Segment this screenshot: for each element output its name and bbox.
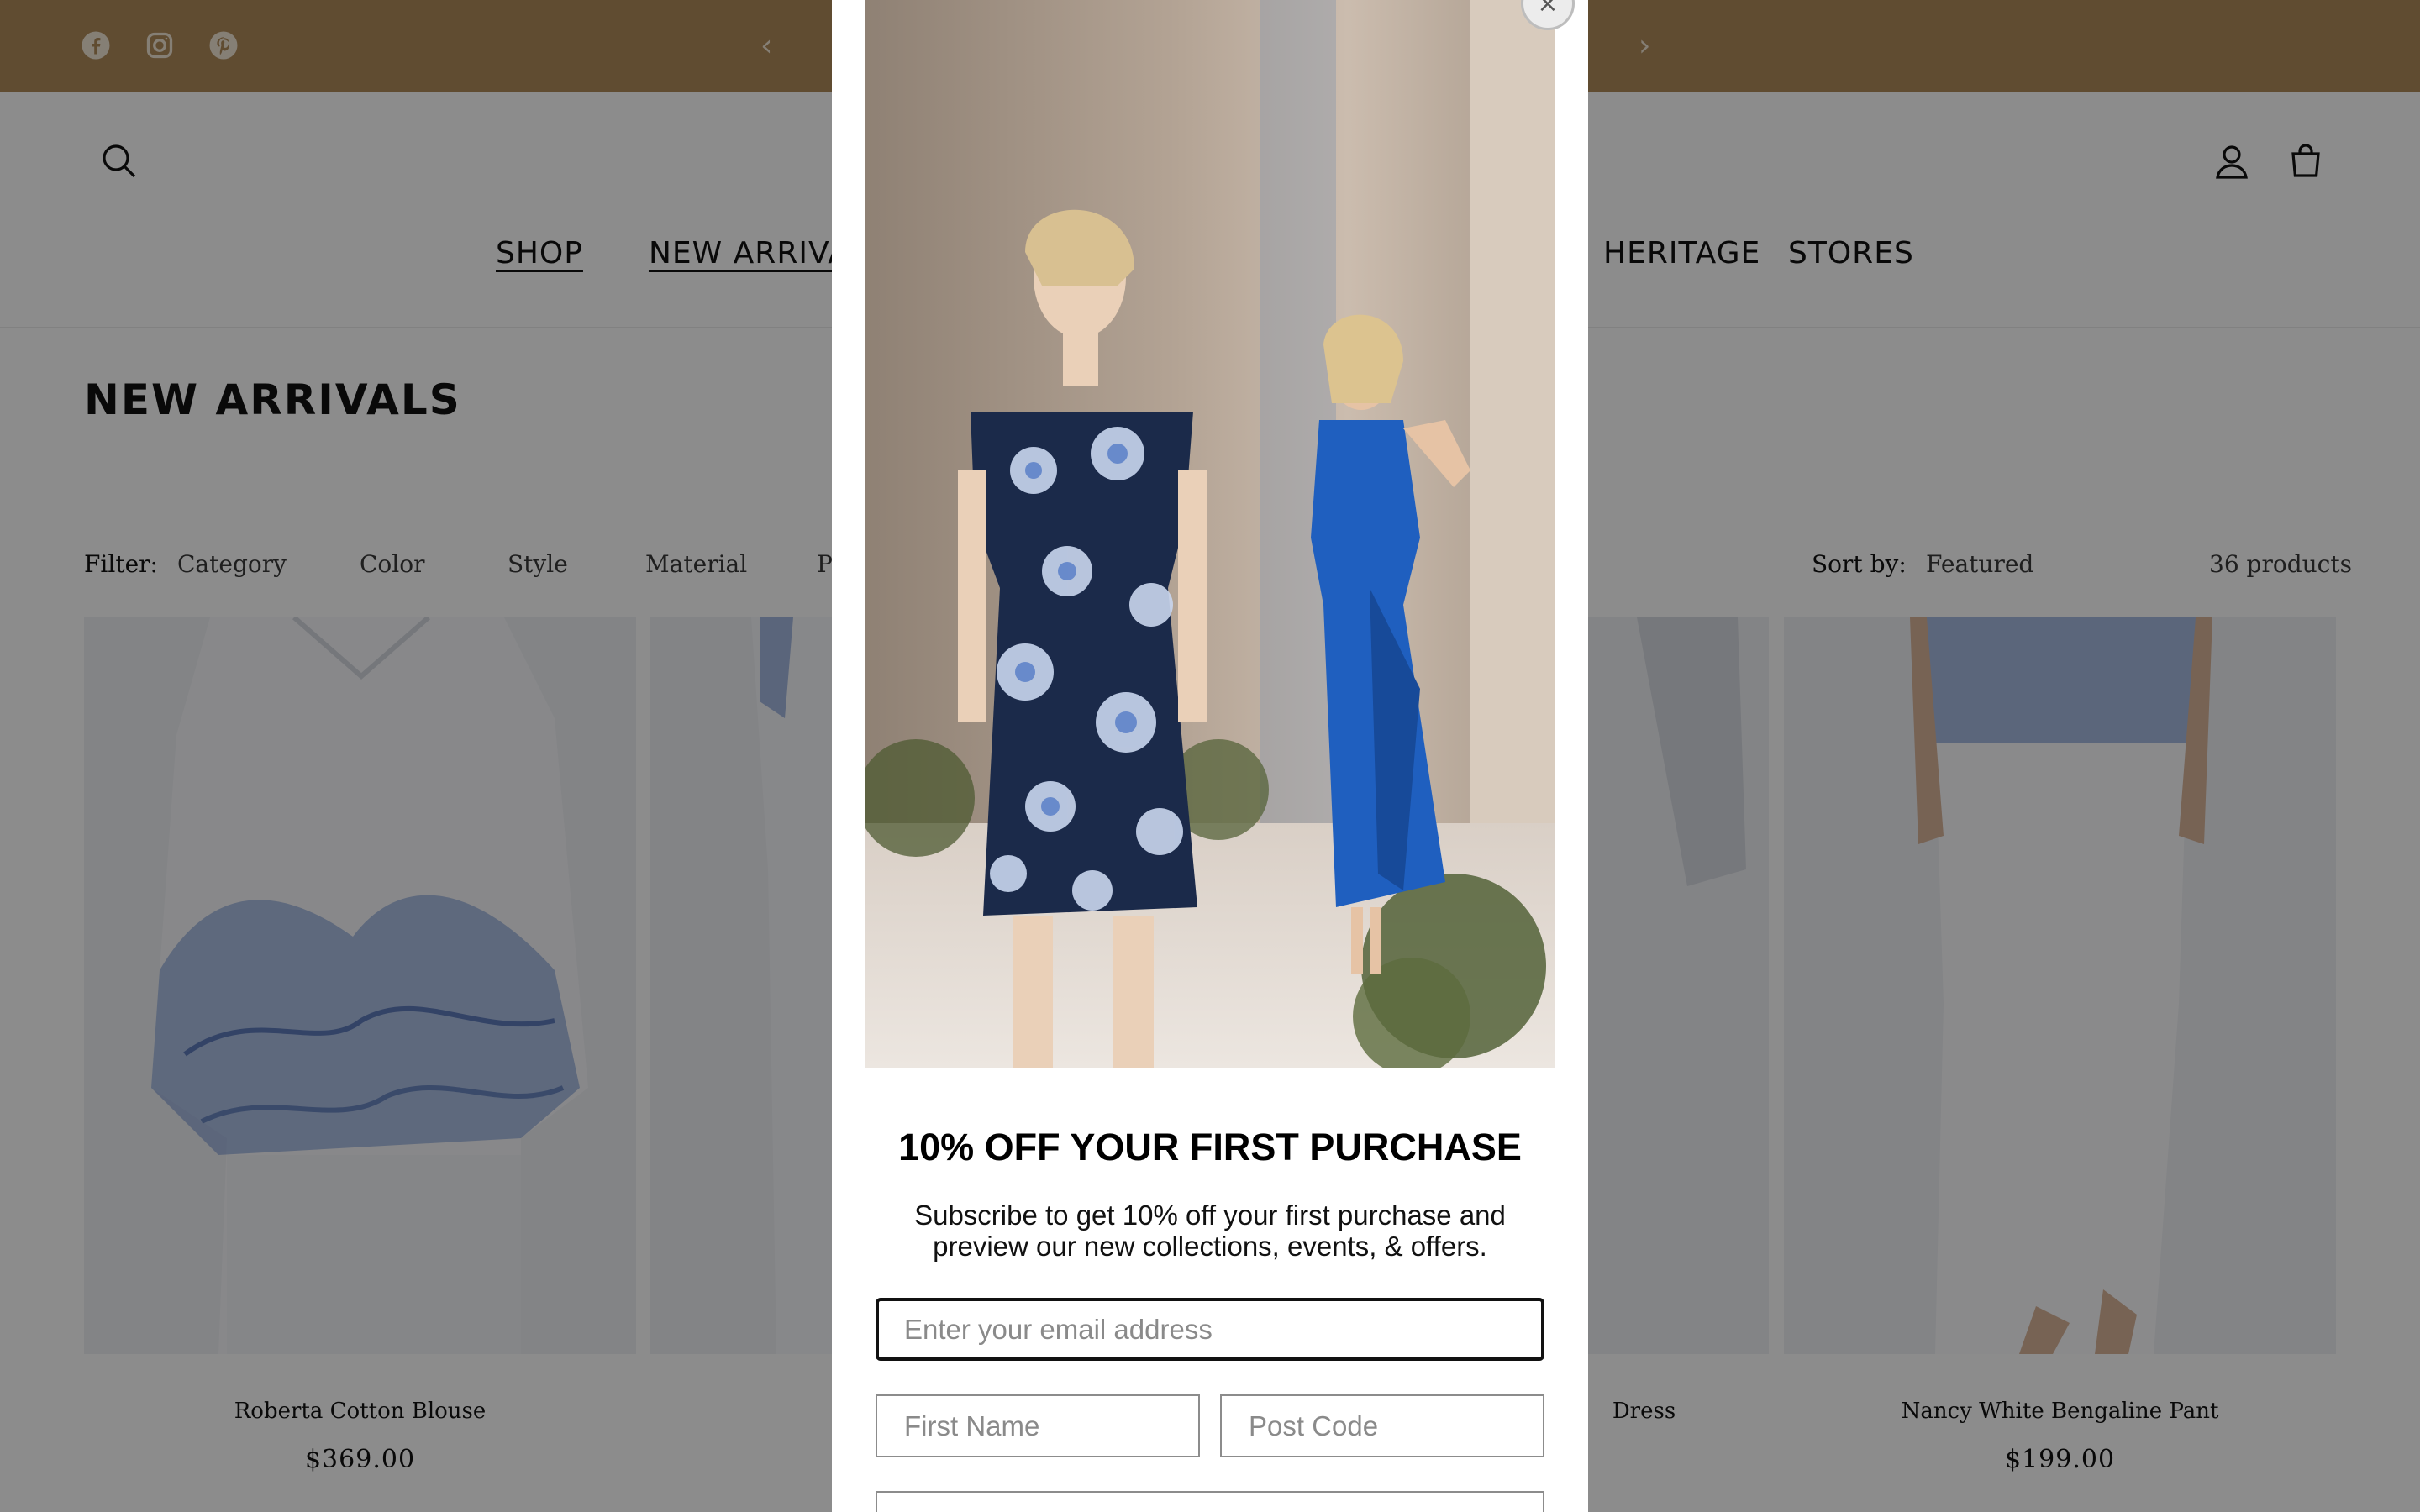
email-field[interactable] [876, 1298, 1544, 1361]
popup-next-field[interactable] [876, 1491, 1544, 1512]
popup-hero-image [865, 0, 1555, 1068]
post-code-field[interactable] [1220, 1394, 1544, 1457]
popup-heading: 10% OFF YOUR FIRST PURCHASE [898, 1126, 1522, 1168]
newsletter-popup: × 10% OFF YOUR FIRST PURCHASE Subscribe … [832, 0, 1588, 1512]
popup-subtitle: Subscribe to get 10% off your first purc… [914, 1200, 1506, 1262]
first-name-field[interactable] [876, 1394, 1200, 1457]
